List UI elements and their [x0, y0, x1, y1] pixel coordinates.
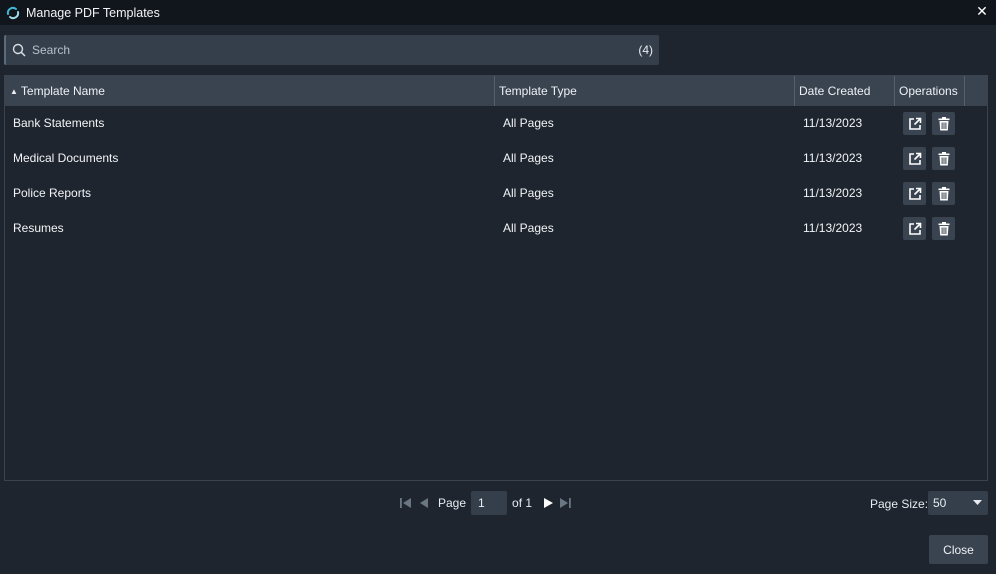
- external-link-icon: [908, 117, 921, 130]
- edit-template-button[interactable]: [903, 182, 926, 205]
- column-header-label: Operations: [899, 84, 958, 98]
- app-logo-icon: [5, 5, 21, 21]
- edit-template-button[interactable]: [903, 217, 926, 240]
- result-count: (4): [638, 43, 653, 57]
- date-created-cell: 11/13/2023: [803, 116, 863, 130]
- external-link-icon: [908, 152, 921, 165]
- page-number-input[interactable]: [471, 491, 508, 515]
- page-size-value: 50: [933, 496, 947, 510]
- template-type-cell: All Pages: [503, 221, 554, 235]
- template-name-cell: Bank Statements: [13, 116, 105, 130]
- column-header-label: Template Name: [20, 84, 105, 98]
- template-type-cell: All Pages: [503, 186, 554, 200]
- page-size-select[interactable]: 50: [928, 491, 988, 515]
- column-header-date-created[interactable]: Date Created: [795, 76, 895, 106]
- trash-icon: [938, 186, 949, 200]
- previous-page-icon[interactable]: [416, 495, 432, 511]
- external-link-icon: [908, 222, 921, 235]
- delete-template-button[interactable]: [932, 147, 955, 170]
- trash-icon: [938, 116, 949, 130]
- table-row[interactable]: Police Reports All Pages 11/13/2023: [5, 176, 987, 211]
- delete-template-button[interactable]: [932, 182, 955, 205]
- table-row[interactable]: Medical Documents All Pages 11/13/2023: [5, 141, 987, 176]
- pagination: Page of 1: [398, 491, 573, 515]
- search-box: (4): [4, 35, 659, 65]
- close-button[interactable]: Close: [929, 535, 988, 564]
- date-created-cell: 11/13/2023: [803, 151, 863, 165]
- table-row[interactable]: Bank Statements All Pages 11/13/2023: [5, 106, 987, 141]
- external-link-icon: [908, 187, 921, 200]
- template-name-cell: Resumes: [13, 221, 64, 235]
- chevron-down-icon: [973, 500, 982, 506]
- template-type-cell: All Pages: [503, 151, 554, 165]
- edit-template-button[interactable]: [903, 112, 926, 135]
- trash-icon: [938, 221, 949, 235]
- date-created-cell: 11/13/2023: [803, 186, 863, 200]
- grid-header: ▲ Template Name Template Type Date Create…: [5, 76, 987, 106]
- date-created-cell: 11/13/2023: [803, 221, 863, 235]
- last-page-icon[interactable]: [557, 495, 573, 511]
- search-icon: [12, 43, 26, 57]
- templates-grid: ▲ Template Name Template Type Date Create…: [4, 75, 988, 481]
- delete-template-button[interactable]: [932, 112, 955, 135]
- column-header-template-type[interactable]: Template Type: [495, 76, 795, 106]
- delete-template-button[interactable]: [932, 217, 955, 240]
- next-page-icon[interactable]: [540, 495, 556, 511]
- first-page-icon[interactable]: [398, 495, 414, 511]
- window-title: Manage PDF Templates: [26, 5, 160, 20]
- page-label: Page: [438, 496, 467, 510]
- table-row[interactable]: Resumes All Pages 11/13/2023: [5, 211, 987, 246]
- page-of-label: of 1: [512, 496, 533, 510]
- page-size-label: Page Size:: [870, 497, 929, 511]
- template-type-cell: All Pages: [503, 116, 554, 130]
- template-name-cell: Police Reports: [13, 186, 92, 200]
- trash-icon: [938, 151, 949, 165]
- title-bar: Manage PDF Templates ✕: [0, 0, 996, 25]
- window-close-icon[interactable]: ✕: [974, 3, 990, 19]
- search-input[interactable]: [32, 36, 639, 64]
- column-header-template-name[interactable]: ▲ Template Name: [5, 76, 495, 106]
- sort-ascending-icon: ▲: [10, 87, 18, 96]
- column-header-label: Template Type: [499, 84, 577, 98]
- edit-template-button[interactable]: [903, 147, 926, 170]
- column-header-label: Date Created: [799, 84, 871, 98]
- template-name-cell: Medical Documents: [13, 151, 119, 165]
- column-header-operations: Operations: [895, 76, 965, 106]
